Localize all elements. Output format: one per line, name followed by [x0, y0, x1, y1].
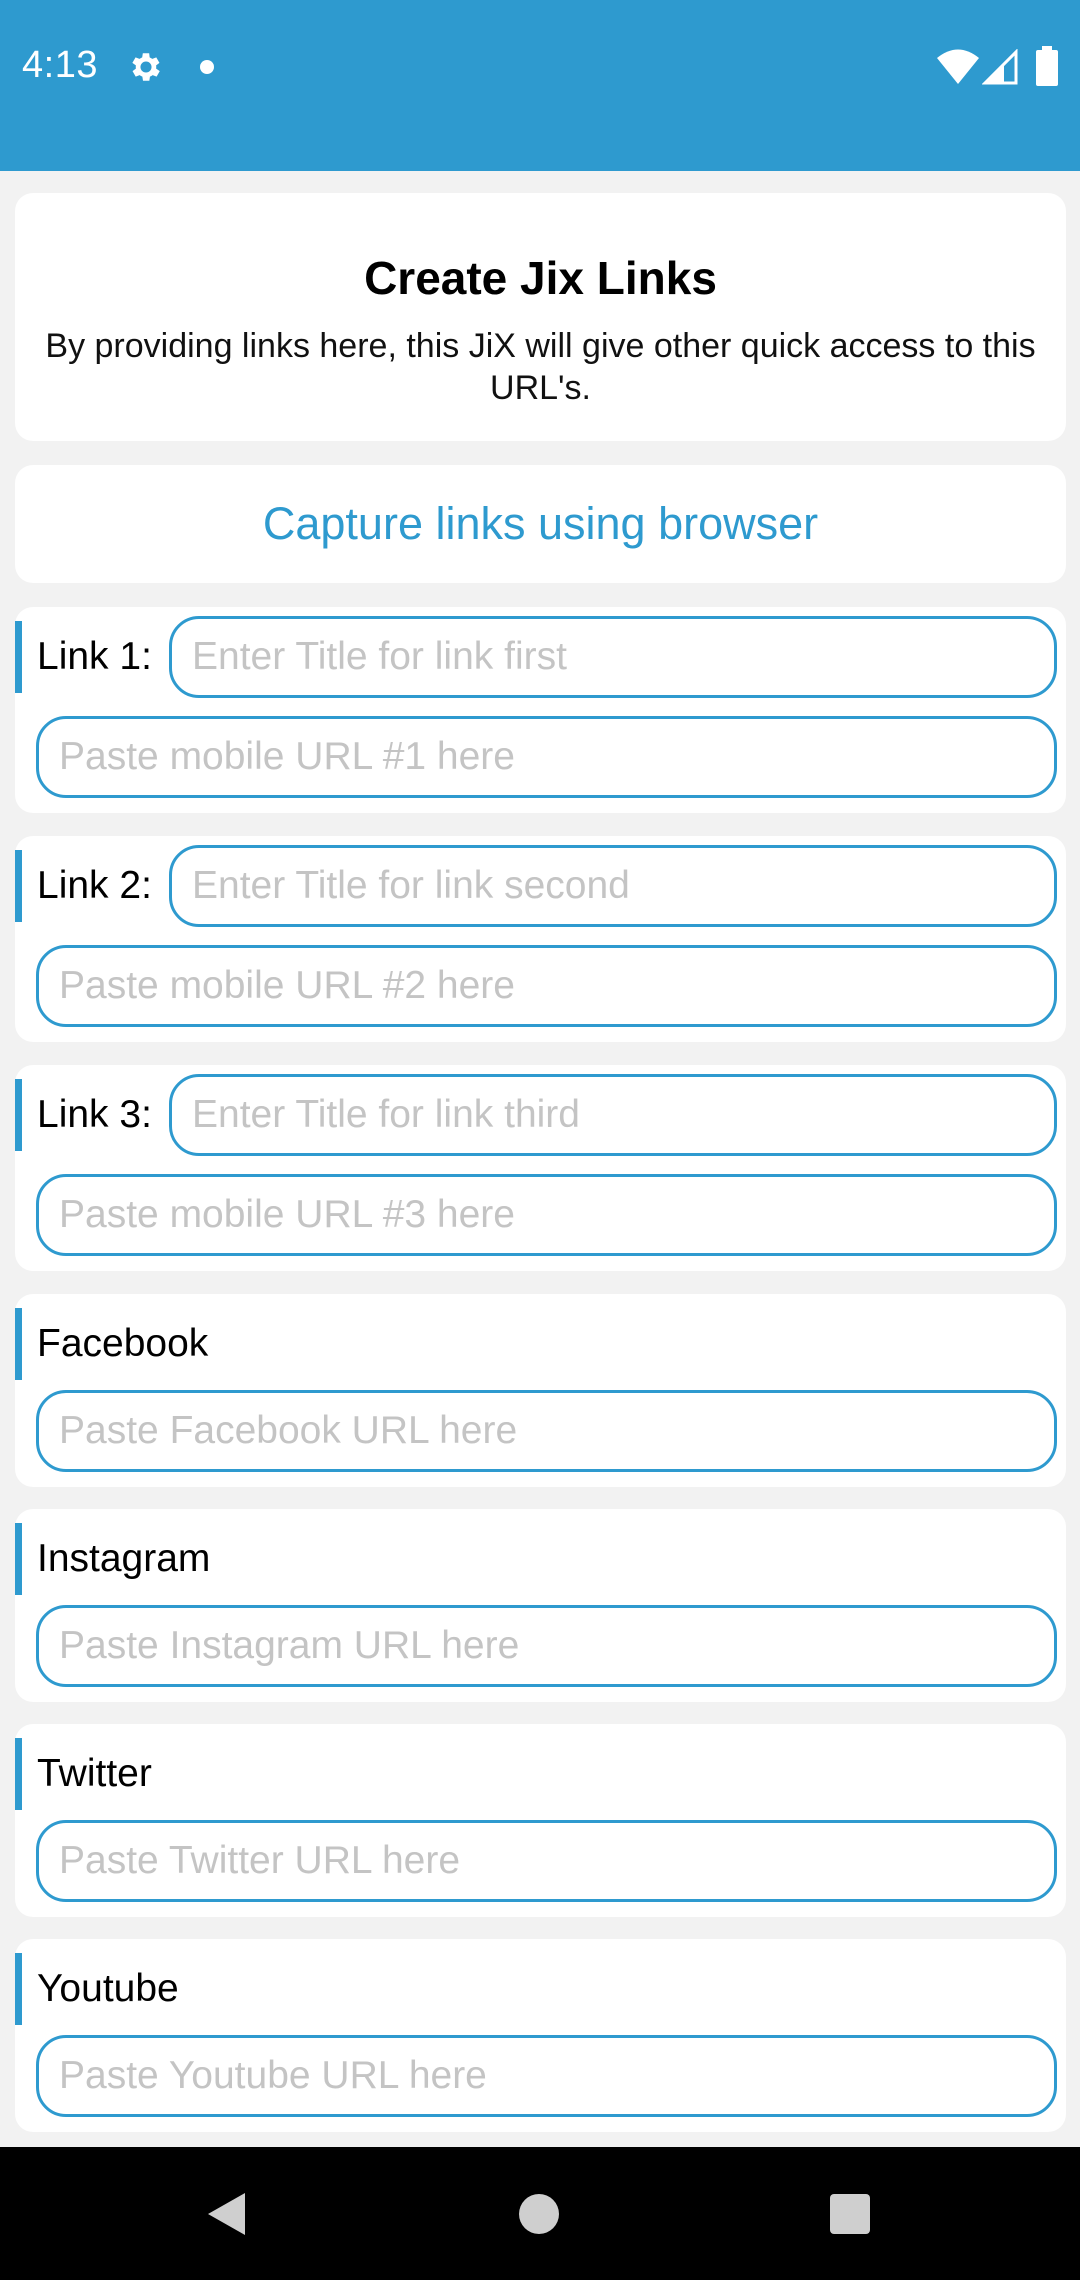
accent-bar	[15, 621, 22, 693]
link-card-1: Link 1:	[15, 607, 1066, 813]
youtube-label: Youtube	[37, 1967, 179, 2010]
accent-bar	[15, 1738, 22, 1810]
link-1-title-input[interactable]	[172, 619, 1054, 695]
facebook-label: Facebook	[37, 1322, 209, 1365]
page-description: By providing links here, this JiX will g…	[45, 327, 1036, 407]
youtube-url-field[interactable]	[36, 2035, 1057, 2117]
capture-links-button[interactable]: Capture links using browser	[15, 465, 1066, 583]
link-label: Link 1:	[37, 635, 152, 678]
status-bar: 4:13	[0, 0, 1080, 171]
link-1-url-input[interactable]	[39, 719, 1054, 795]
link-title-field[interactable]	[169, 845, 1057, 927]
twitter-url-field[interactable]	[36, 1820, 1057, 1902]
link-2-url-input[interactable]	[39, 948, 1054, 1024]
instagram-url-input[interactable]	[39, 1608, 1054, 1684]
link-card-2: Link 2:	[15, 836, 1066, 1042]
page-title: Create Jix Links	[364, 252, 717, 304]
navigation-bar	[0, 2147, 1080, 2280]
gear-icon	[132, 53, 160, 81]
link-url-field[interactable]	[36, 716, 1057, 798]
youtube-url-input[interactable]	[39, 2038, 1054, 2114]
twitter-url-input[interactable]	[39, 1823, 1054, 1899]
home-icon[interactable]	[519, 2194, 559, 2234]
youtube-card: Youtube	[15, 1939, 1066, 2132]
back-icon[interactable]	[205, 2191, 247, 2237]
link-url-field[interactable]	[36, 945, 1057, 1027]
signal-icon	[982, 49, 1018, 85]
accent-bar	[15, 1079, 22, 1151]
twitter-label: Twitter	[37, 1752, 152, 1795]
header-card: Create Jix Links By providing links here…	[15, 193, 1066, 441]
instagram-card: Instagram	[15, 1509, 1066, 1702]
link-2-title-input[interactable]	[172, 848, 1054, 924]
notification-dot-icon	[200, 60, 214, 74]
link-label: Link 3:	[37, 1093, 152, 1136]
link-card-3: Link 3:	[15, 1065, 1066, 1271]
form-content[interactable]: Create Jix Links By providing links here…	[0, 171, 1080, 2147]
link-label: Link 2:	[37, 864, 152, 907]
wifi-icon	[937, 49, 979, 84]
facebook-url-field[interactable]	[36, 1390, 1057, 1472]
recents-icon[interactable]	[830, 2194, 870, 2234]
instagram-url-field[interactable]	[36, 1605, 1057, 1687]
accent-bar	[15, 1308, 22, 1380]
instagram-label: Instagram	[37, 1537, 211, 1580]
facebook-url-input[interactable]	[39, 1393, 1054, 1469]
link-url-field[interactable]	[36, 1174, 1057, 1256]
link-3-url-input[interactable]	[39, 1177, 1054, 1253]
facebook-card: Facebook	[15, 1294, 1066, 1487]
accent-bar	[15, 1953, 22, 2025]
link-title-field[interactable]	[169, 1074, 1057, 1156]
accent-bar	[15, 850, 22, 922]
link-title-field[interactable]	[169, 616, 1057, 698]
link-3-title-input[interactable]	[172, 1077, 1054, 1153]
capture-card: Capture links using browser	[15, 465, 1066, 583]
twitter-card: Twitter	[15, 1724, 1066, 1917]
status-time: 4:13	[22, 44, 98, 86]
accent-bar	[15, 1523, 22, 1595]
battery-icon	[1036, 46, 1058, 86]
